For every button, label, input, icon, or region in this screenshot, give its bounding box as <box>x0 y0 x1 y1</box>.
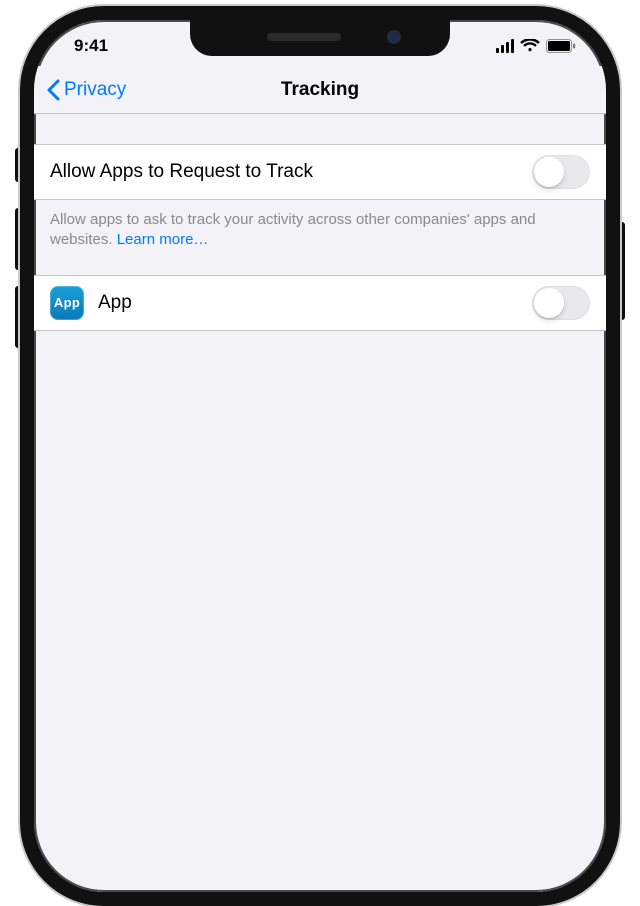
learn-more-link[interactable]: Learn more… <box>117 231 209 248</box>
allow-tracking-label: Allow Apps to Request to Track <box>50 161 313 183</box>
status-bar: 9:41 <box>34 20 606 66</box>
allow-tracking-cell: Allow Apps to Request to Track <box>34 144 606 200</box>
battery-icon <box>546 39 576 53</box>
allow-tracking-toggle[interactable] <box>532 155 590 189</box>
allow-tracking-footer: Allow apps to ask to track your activity… <box>34 200 606 275</box>
app-icon-text: App <box>54 295 80 310</box>
cellular-signal-icon <box>496 39 514 53</box>
status-icons <box>496 33 580 53</box>
app-toggle[interactable] <box>532 286 590 320</box>
back-button[interactable]: Privacy <box>46 79 126 101</box>
app-icon: App <box>50 286 84 320</box>
chevron-left-icon <box>46 79 60 101</box>
toggle-knob <box>534 157 564 187</box>
allow-tracking-group: Allow Apps to Request to Track <box>34 144 606 200</box>
nav-bar: Privacy Tracking <box>34 66 606 114</box>
wifi-icon <box>520 39 540 53</box>
phone-frame: 9:41 Privacy Tracking Allow Apps <box>20 6 620 906</box>
apps-group: App App <box>34 275 606 331</box>
status-time: 9:41 <box>60 30 108 56</box>
back-label: Privacy <box>64 79 126 101</box>
content: Allow Apps to Request to Track Allow app… <box>34 114 606 331</box>
app-cell: App App <box>34 275 606 331</box>
app-name-label: App <box>98 292 132 314</box>
toggle-knob <box>534 288 564 318</box>
